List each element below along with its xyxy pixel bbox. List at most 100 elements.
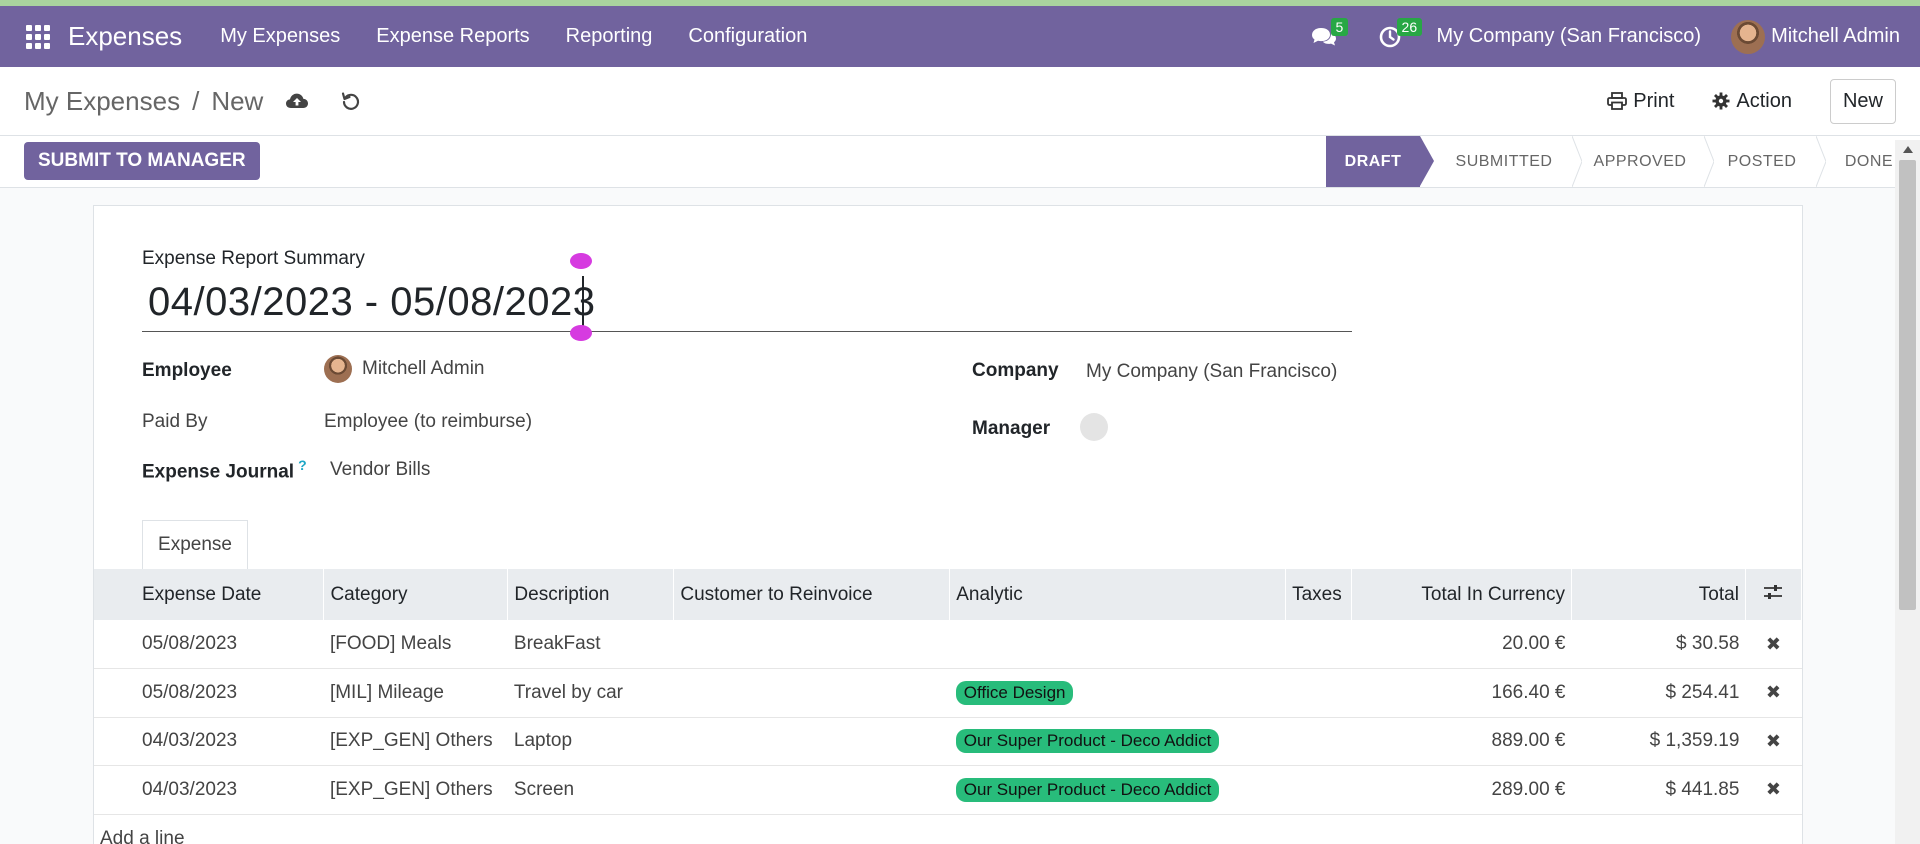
company-switcher[interactable]: My Company (San Francisco) [1437, 25, 1702, 48]
cell-customer [673, 765, 950, 815]
app-name[interactable]: Expenses [68, 21, 182, 52]
col-expense-date[interactable]: Expense Date [94, 569, 325, 620]
cell-description: BreakFast [507, 620, 674, 669]
stage-submitted[interactable]: SUBMITTED [1434, 136, 1582, 187]
cell-description: Laptop [507, 717, 674, 766]
col-taxes[interactable]: Taxes [1285, 569, 1353, 620]
manager-avatar-placeholder[interactable] [1080, 413, 1108, 441]
company-field[interactable]: My Company (San Francisco) [1086, 361, 1337, 383]
undo-icon [342, 92, 360, 110]
cell-taxes [1285, 717, 1352, 766]
menu-expense-reports[interactable]: Expense Reports [358, 25, 547, 48]
delete-row-icon[interactable]: ✖ [1745, 668, 1802, 718]
employee-field[interactable]: Mitchell Admin [324, 355, 485, 383]
scrollbar-thumb[interactable] [1899, 160, 1916, 610]
expense-journal-label: Expense Journal? [142, 457, 307, 483]
breadcrumb-current: New [211, 85, 264, 116]
summary-label: Expense Report Summary [142, 248, 365, 269]
top-menu: My Expenses Expense Reports Reporting Co… [202, 25, 825, 48]
table-row[interactable]: 05/08/2023 [FOOD] Meals BreakFast 20.00 … [94, 620, 1802, 669]
messages-count-badge: 5 [1330, 17, 1349, 36]
navbar-right: 5 26 My Company (San Francisco) Mitchell… [1305, 6, 1920, 67]
selection-handle-top[interactable] [570, 253, 592, 269]
cell-taxes [1285, 765, 1352, 815]
add-line-link[interactable]: Add a line [94, 814, 1802, 844]
discard-button[interactable] [341, 91, 361, 111]
breadcrumb-parent[interactable]: My Expenses [24, 86, 180, 117]
cell-analytic [949, 620, 1286, 669]
cell-total: $ 441.85 [1571, 765, 1746, 815]
app-grid-icon[interactable] [20, 19, 56, 55]
tab-expense[interactable]: Expense [142, 520, 248, 570]
employee-value: Mitchell Admin [362, 358, 485, 379]
col-analytic[interactable]: Analytic [949, 569, 1287, 620]
table-row[interactable]: 05/08/2023 [MIL] Mileage Travel by car O… [94, 668, 1802, 718]
company-label: Company [972, 360, 1059, 381]
cell-total-in-currency: 889.00 € [1351, 717, 1572, 766]
menu-my-expenses[interactable]: My Expenses [202, 25, 358, 48]
cell-customer [673, 620, 950, 669]
stage-draft[interactable]: DRAFT [1326, 136, 1434, 187]
text-cursor [582, 276, 584, 328]
selection-handle-bottom[interactable] [570, 325, 592, 341]
cell-total: $ 254.41 [1571, 668, 1746, 718]
activities-button[interactable]: 26 [1371, 17, 1423, 57]
add-line-row: Add a line [94, 814, 1802, 844]
save-button[interactable] [285, 91, 309, 111]
delete-row-icon[interactable]: ✖ [1745, 620, 1802, 669]
delete-row-icon[interactable]: ✖ [1745, 765, 1802, 815]
col-total[interactable]: Total [1571, 569, 1746, 620]
cell-customer [673, 668, 950, 718]
paid-by-field[interactable]: Employee (to reimburse) [324, 411, 532, 433]
control-panel-actions: Print Action New [1607, 78, 1920, 124]
analytic-tag[interactable]: Our Super Product - Deco Addict [955, 729, 1220, 754]
table-row[interactable]: 04/03/2023 [EXP_GEN] Others Laptop Our S… [94, 717, 1802, 766]
user-avatar [1731, 19, 1766, 54]
action-button[interactable]: Action [1712, 90, 1792, 113]
help-icon[interactable]: ? [298, 457, 307, 473]
cell-total: $ 1,359.19 [1571, 717, 1746, 766]
cell-date: 04/03/2023 [94, 717, 324, 766]
print-button[interactable]: Print [1607, 90, 1674, 113]
cell-analytic: Office Design [949, 668, 1286, 718]
scroll-up-arrow-icon[interactable] [1903, 146, 1913, 153]
user-menu[interactable]: Mitchell Admin [1731, 19, 1900, 54]
submit-to-manager-button[interactable]: SUBMIT TO MANAGER [24, 142, 260, 180]
cell-customer [673, 717, 950, 766]
cell-category: [MIL] Mileage [323, 668, 508, 718]
cell-description: Screen [507, 765, 674, 815]
vertical-scrollbar[interactable] [1895, 140, 1920, 844]
col-category[interactable]: Category [323, 569, 509, 620]
cell-category: [EXP_GEN] Others [323, 765, 508, 815]
summary-input[interactable]: 04/03/2023 - 05/08/2023 [142, 272, 1352, 332]
cell-taxes [1285, 620, 1352, 669]
menu-configuration[interactable]: Configuration [670, 25, 825, 48]
messages-button[interactable]: 5 [1305, 17, 1349, 57]
print-label: Print [1633, 89, 1675, 112]
cell-category: [FOOD] Meals [323, 620, 508, 669]
col-description[interactable]: Description [507, 569, 675, 620]
stage-pipeline: DRAFT SUBMITTED APPROVED POSTED DONE [1326, 136, 1920, 187]
control-panel: My Expenses / New Print Action New [0, 67, 1920, 136]
table-header-row: Expense Date Category Description Custom… [94, 569, 1803, 620]
stage-posted[interactable]: POSTED [1706, 136, 1826, 187]
cell-analytic: Our Super Product - Deco Addict [949, 717, 1286, 766]
expense-journal-field[interactable]: Vendor Bills [330, 459, 430, 481]
table-row[interactable]: 04/03/2023 [EXP_GEN] Others Screen Our S… [94, 765, 1802, 815]
analytic-tag[interactable]: Our Super Product - Deco Addict [955, 777, 1220, 802]
employee-avatar [324, 355, 352, 383]
analytic-tag[interactable]: Office Design [955, 680, 1074, 705]
cell-total-in-currency: 166.40 € [1351, 668, 1572, 718]
column-settings[interactable] [1745, 569, 1803, 620]
new-button[interactable]: New [1829, 78, 1896, 124]
main-navbar: Expenses My Expenses Expense Reports Rep… [0, 6, 1920, 67]
col-total-in-currency[interactable]: Total In Currency [1351, 569, 1572, 620]
form-sheet: Expense Report Summary 04/03/2023 - 05/0… [93, 205, 1803, 844]
menu-reporting[interactable]: Reporting [548, 25, 671, 48]
cell-taxes [1285, 668, 1352, 718]
delete-row-icon[interactable]: ✖ [1745, 717, 1802, 766]
stage-approved[interactable]: APPROVED [1574, 136, 1714, 187]
col-customer-to-reinvoice[interactable]: Customer to Reinvoice [673, 569, 951, 620]
cell-total-in-currency: 20.00 € [1351, 620, 1572, 669]
user-name: Mitchell Admin [1771, 25, 1900, 47]
